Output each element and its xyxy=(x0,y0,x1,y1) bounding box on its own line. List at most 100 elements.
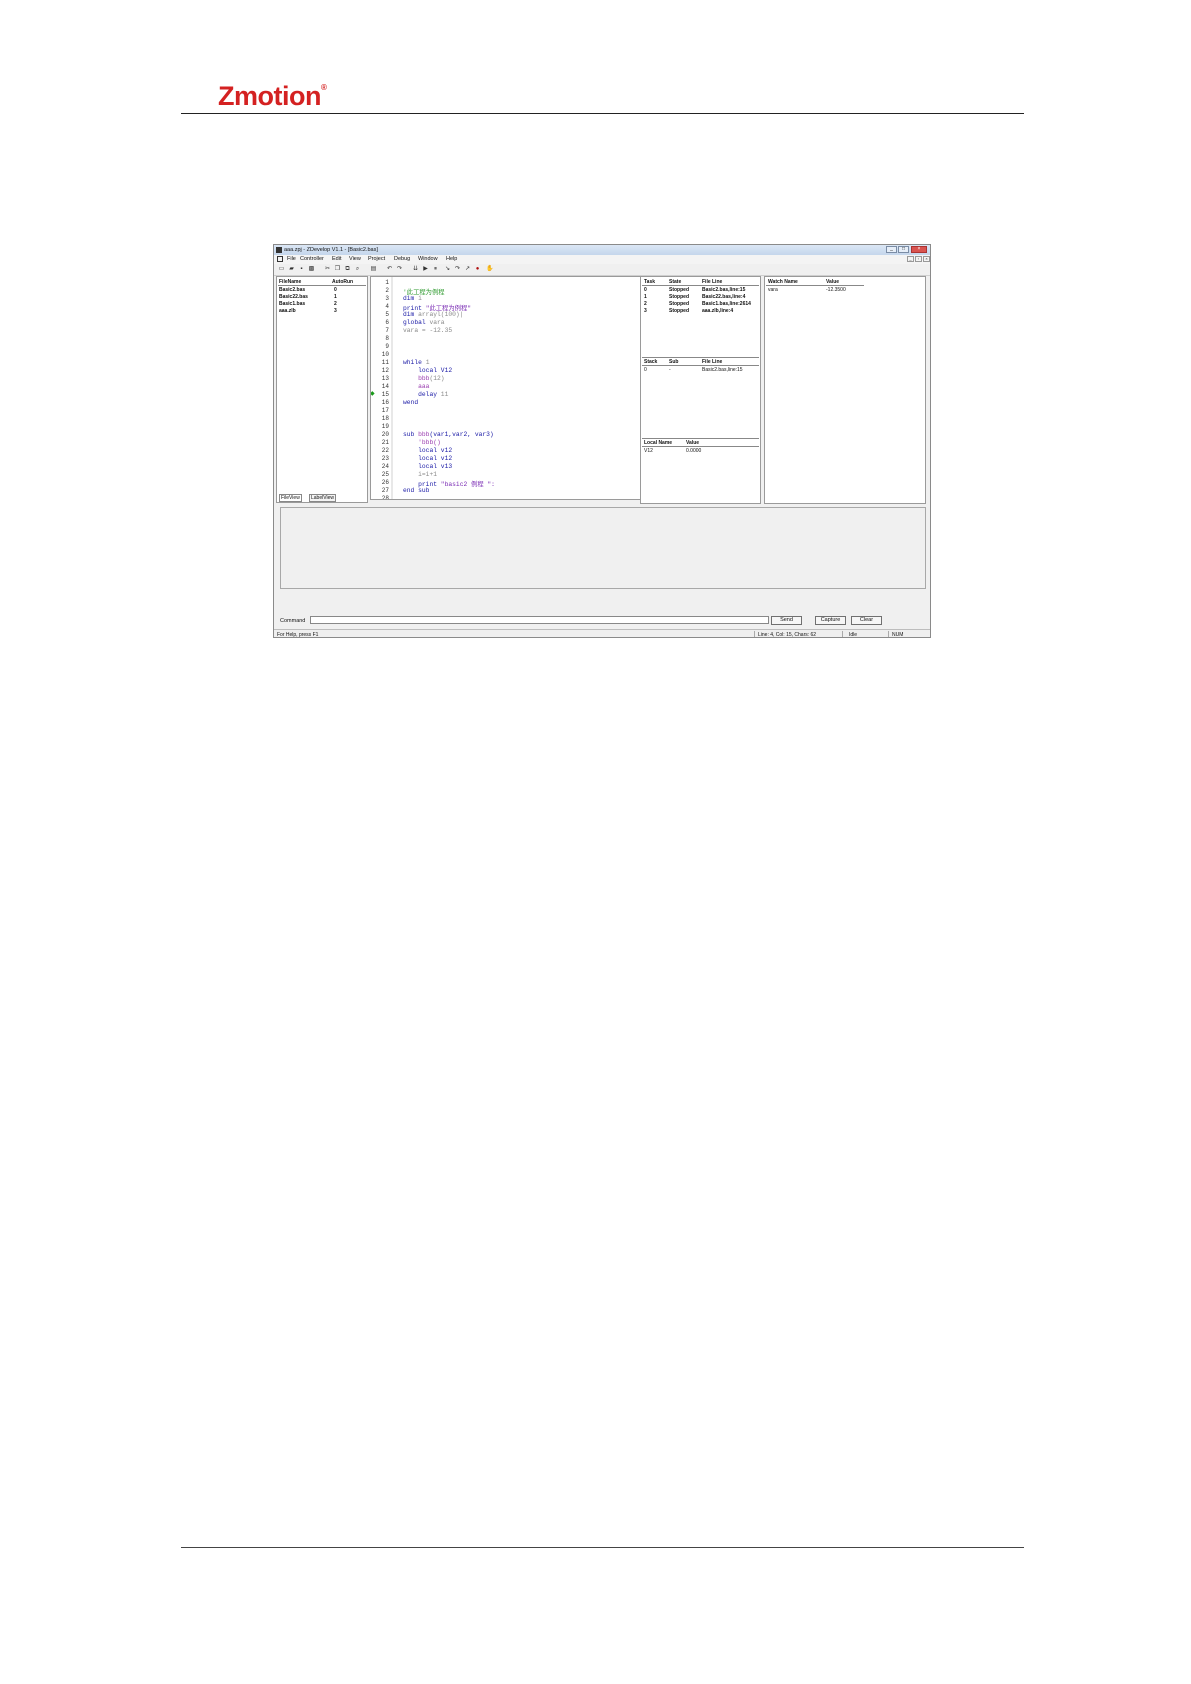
print-icon[interactable]: ▤ xyxy=(370,266,377,273)
window-title: aaa.zpj - ZDevelop V1.1 - [Basic2.bas] xyxy=(284,247,378,253)
mdi-close-button[interactable]: × xyxy=(923,256,930,262)
code-line[interactable]: sub bbb(var1,var2, var3) xyxy=(403,431,494,438)
stop-icon[interactable]: ✋ xyxy=(486,266,493,273)
undo-icon[interactable]: ↶ xyxy=(386,266,393,273)
header-divider xyxy=(181,113,1024,114)
copy-icon[interactable]: ❐ xyxy=(334,266,341,273)
code-token: (var1,var2, var3) xyxy=(429,431,494,438)
code-line[interactable]: local v12 xyxy=(403,455,452,462)
code-line[interactable]: 'bbb() xyxy=(403,439,441,446)
code-line[interactable]: while 1 xyxy=(403,359,429,366)
output-pane[interactable] xyxy=(280,507,926,589)
step-into-icon[interactable]: ↘ xyxy=(444,266,451,273)
code-token: 11 xyxy=(440,391,449,398)
code-token: 1 xyxy=(425,359,430,366)
send-button[interactable]: Send xyxy=(771,616,802,625)
file-row-name[interactable]: aaa.zlb xyxy=(279,308,296,314)
file-row-name[interactable]: Basic22.bas xyxy=(279,294,308,300)
minimize-button[interactable]: _ xyxy=(886,246,897,253)
save-icon[interactable]: ▪ xyxy=(298,266,305,273)
tab-fileview[interactable]: FileView xyxy=(279,494,302,502)
maximize-button[interactable]: □ xyxy=(898,246,909,253)
zdevelop-window: aaa.zpj - ZDevelop V1.1 - [Basic2.bas] _… xyxy=(273,244,931,638)
menu-controller[interactable]: Controller xyxy=(300,256,324,262)
status-separator xyxy=(754,631,755,637)
code-token: end sub xyxy=(403,487,430,494)
code-token: bbb xyxy=(418,431,430,438)
open-folder-icon[interactable]: ▰ xyxy=(288,266,295,273)
find-icon[interactable]: ⌕ xyxy=(354,266,361,273)
capture-button[interactable]: Capture xyxy=(815,616,846,625)
section-divider xyxy=(642,438,759,439)
line-number: 2 xyxy=(385,287,389,294)
breakpoint-icon[interactable]: ● xyxy=(474,266,481,273)
code-line[interactable]: wend xyxy=(403,399,418,406)
file-row-name[interactable]: Basic1.bas xyxy=(279,301,305,307)
code-token: V12 xyxy=(440,367,453,374)
cut-icon[interactable]: ✂ xyxy=(324,266,331,273)
command-input[interactable] xyxy=(310,616,769,624)
menu-window[interactable]: Window xyxy=(418,256,438,262)
code-token: (12) xyxy=(429,375,445,382)
code-line[interactable]: local v12 xyxy=(403,447,452,454)
stack-cell: Basic2.bas,line:15 xyxy=(702,367,743,373)
mdi-minimize-button[interactable]: _ xyxy=(907,256,914,262)
code-line[interactable]: local v13 xyxy=(403,463,452,470)
code-line[interactable]: dim i xyxy=(403,295,422,302)
code-token: v12 xyxy=(440,455,453,462)
menu-file[interactable]: File xyxy=(287,256,296,262)
header-divider xyxy=(642,285,759,286)
code-line[interactable]: vara = -12.35 xyxy=(403,327,452,334)
header-divider xyxy=(278,285,366,286)
run-icon[interactable]: ▶ xyxy=(422,266,429,273)
header-divider xyxy=(642,365,759,366)
line-number: 5 xyxy=(385,311,389,318)
local-cell: 0.0000 xyxy=(686,448,702,454)
line-number: 7 xyxy=(385,327,389,334)
menu-edit[interactable]: Edit xyxy=(332,256,341,262)
code-line[interactable]: bbb(12) xyxy=(403,375,445,382)
close-button[interactable]: × xyxy=(911,246,927,253)
code-line[interactable]: aaa xyxy=(403,383,429,390)
line-number: 23 xyxy=(381,455,389,462)
save-all-icon[interactable]: ▩ xyxy=(308,266,315,273)
pause-icon[interactable]: ⏸ xyxy=(432,266,439,273)
file-row-name[interactable]: Basic2.bas xyxy=(279,287,305,293)
code-token: dim xyxy=(403,311,419,318)
paste-icon[interactable]: ⧉ xyxy=(344,266,351,273)
step-out-icon[interactable]: ↗ xyxy=(464,266,471,273)
code-token: dim xyxy=(403,295,419,302)
download-icon[interactable]: ⇊ xyxy=(412,266,419,273)
code-token: global xyxy=(403,319,430,326)
tab-labelview[interactable]: LabelView xyxy=(309,494,336,502)
redo-icon[interactable]: ↷ xyxy=(396,266,403,273)
line-number: 25 xyxy=(381,471,389,478)
code-line[interactable]: end sub xyxy=(403,487,429,494)
menu-debug[interactable]: Debug xyxy=(394,256,410,262)
code-line[interactable]: global vara xyxy=(403,319,445,326)
menu-help[interactable]: Help xyxy=(446,256,457,262)
mdi-restore-button[interactable]: ▫ xyxy=(915,256,922,262)
status-bar: For Help, press F1 Line: 4, Col: 15, Cha… xyxy=(274,629,930,638)
watch-cell[interactable]: vara xyxy=(768,287,778,293)
code-token: vara xyxy=(429,319,445,326)
status-num: NUM xyxy=(892,632,904,638)
code-token: 'bbb() xyxy=(403,439,441,446)
clear-button[interactable]: Clear xyxy=(851,616,882,625)
line-number: 15 xyxy=(381,391,389,398)
code-line[interactable]: dim arrayl(100)| xyxy=(403,311,463,318)
code-line[interactable]: delay 11 xyxy=(403,391,448,398)
code-token: while xyxy=(403,359,426,366)
code-line[interactable]: local V12 xyxy=(403,367,452,374)
menu-view[interactable]: View xyxy=(349,256,361,262)
code-editor[interactable]: 1 2 3 4 5 6 7 8 9 10 11 12 13 14 15 16 17 18 19 20 21 22 23 24 2… xyxy=(370,276,656,500)
step-over-icon[interactable]: ↷ xyxy=(454,266,461,273)
code-token: vara = -12.35 xyxy=(403,327,453,334)
menu-project[interactable]: Project xyxy=(368,256,385,262)
line-number: 24 xyxy=(381,463,389,470)
code-token: i=i+1 xyxy=(403,471,438,478)
code-line[interactable]: i=i+1 xyxy=(403,471,437,478)
code-token: arrayl(100)| xyxy=(418,311,464,318)
new-file-icon[interactable]: ▭ xyxy=(278,266,285,273)
debug-panel: Task State File Line 0 Stopped Basic2.bas,… xyxy=(640,276,761,504)
